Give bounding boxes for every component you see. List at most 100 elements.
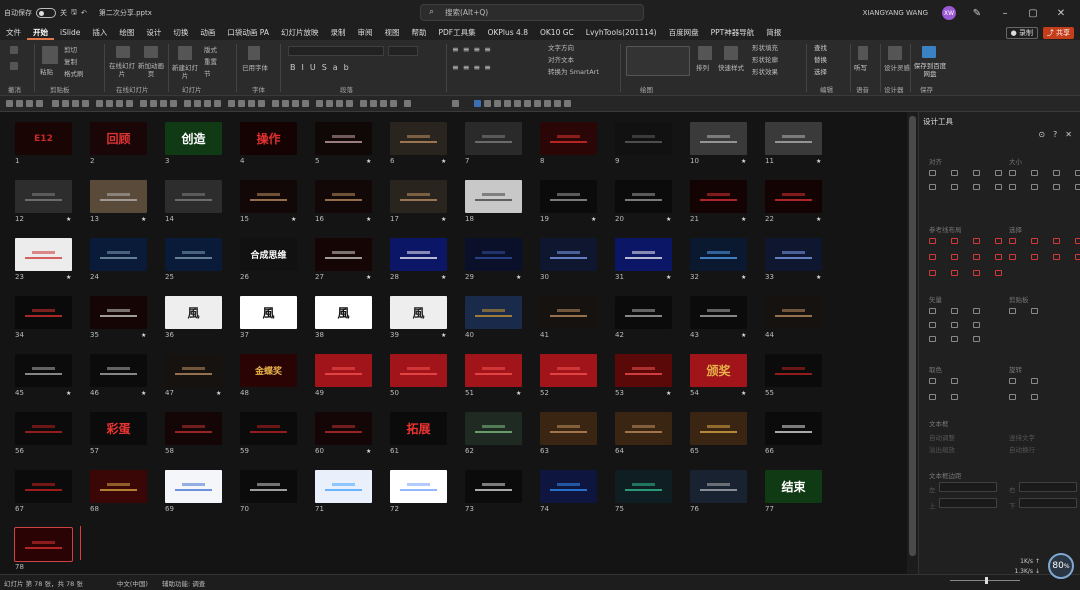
slide-thumbnail[interactable] xyxy=(240,412,297,445)
minimize-icon[interactable]: – xyxy=(998,8,1012,19)
toolbar-icon[interactable] xyxy=(160,100,167,107)
slide-thumbnail[interactable] xyxy=(90,354,147,387)
design-tool-button[interactable] xyxy=(1031,394,1038,400)
maximize-icon[interactable]: ▢ xyxy=(1026,8,1040,19)
slide-thumbnail[interactable] xyxy=(315,412,372,445)
slide-thumbnail[interactable] xyxy=(690,180,747,213)
slide-thumbnail[interactable]: 風 xyxy=(315,296,372,329)
textbox-option[interactable]: 竖排文字 xyxy=(1009,432,1035,442)
tab-9[interactable]: 幻灯片放映 xyxy=(275,26,325,40)
align-text-button[interactable]: 对齐文本 xyxy=(548,56,574,64)
toolbar-icon[interactable] xyxy=(150,100,157,107)
toolbar-icon[interactable] xyxy=(544,100,551,107)
language[interactable]: 中文(中国) xyxy=(117,578,148,588)
design-tool-button[interactable] xyxy=(995,170,1002,176)
design-tool-button[interactable] xyxy=(951,336,958,342)
new-anim-page-icon[interactable] xyxy=(144,46,158,58)
toolbar-icon[interactable] xyxy=(6,100,13,107)
slide-thumbnail[interactable] xyxy=(240,470,297,503)
list-buttons[interactable]: ≡≡≡≡ xyxy=(452,46,495,54)
design-tool-button[interactable] xyxy=(929,394,936,400)
toolbar-icon[interactable] xyxy=(316,100,323,107)
slide-thumbnail[interactable] xyxy=(315,122,372,155)
design-tool-button[interactable] xyxy=(929,308,936,314)
design-tool-button[interactable] xyxy=(1053,238,1060,244)
font-style-buttons[interactable]: BIUSab xyxy=(290,64,355,72)
design-tool-button[interactable] xyxy=(951,254,958,260)
slide-thumbnail[interactable] xyxy=(390,470,447,503)
design-tool-button[interactable] xyxy=(1075,170,1080,176)
avatar[interactable]: XW xyxy=(942,6,956,20)
cut-button[interactable]: 剪切 xyxy=(64,46,77,54)
toolbar-icon[interactable] xyxy=(106,100,113,107)
design-tool-button[interactable] xyxy=(951,270,958,276)
design-tool-button[interactable] xyxy=(951,170,958,176)
slide-thumbnail[interactable] xyxy=(15,296,72,329)
toolbar-icon[interactable] xyxy=(36,100,43,107)
slide-thumbnail[interactable] xyxy=(765,180,822,213)
slide-thumbnail[interactable] xyxy=(765,296,822,329)
slide-thumbnail[interactable]: E12 xyxy=(15,122,72,155)
redo-icon[interactable] xyxy=(10,62,18,70)
tab-3[interactable]: 插入 xyxy=(86,26,113,40)
new-slide-icon[interactable] xyxy=(178,46,192,60)
align-buttons[interactable]: ≡≡≡≡ xyxy=(452,64,495,72)
quick-styles-button[interactable]: 快速样式 xyxy=(718,64,744,72)
slide-thumbnail[interactable] xyxy=(165,470,222,503)
design-tool-button[interactable] xyxy=(1009,184,1016,190)
slide-thumbnail[interactable] xyxy=(690,412,747,445)
slide-thumbnail[interactable]: 彩蛋 xyxy=(90,412,147,445)
toolbar-icon[interactable] xyxy=(72,100,79,107)
design-tool-button[interactable] xyxy=(1009,254,1016,260)
arrange-button[interactable]: 排列 xyxy=(696,64,709,72)
toolbar-icon[interactable] xyxy=(26,100,33,107)
margin-field[interactable] xyxy=(1019,482,1077,492)
toolbar-icon[interactable] xyxy=(564,100,571,107)
tab-14[interactable]: PDF工具集 xyxy=(432,26,481,40)
new-slide-button[interactable]: 新建幻灯片 xyxy=(170,64,200,80)
design-tool-button[interactable] xyxy=(973,322,980,328)
shape-outline-button[interactable]: 形状轮廓 xyxy=(752,56,778,64)
paste-button[interactable]: 粘贴 xyxy=(40,68,53,76)
toolbar-icon[interactable] xyxy=(390,100,397,107)
slide-thumbnail[interactable] xyxy=(90,296,147,329)
toolbar-icon[interactable] xyxy=(170,100,177,107)
design-tool-button[interactable] xyxy=(1053,170,1060,176)
slide-thumbnail[interactable] xyxy=(390,180,447,213)
toolbar-icon[interactable] xyxy=(494,100,501,107)
design-tool-button[interactable] xyxy=(973,238,980,244)
slide-thumbnail[interactable] xyxy=(15,354,72,387)
design-tool-button[interactable] xyxy=(951,184,958,190)
design-tool-button[interactable] xyxy=(1009,308,1016,314)
font-size-field[interactable] xyxy=(388,46,418,56)
tab-13[interactable]: 帮助 xyxy=(405,26,432,40)
undo-icon[interactable]: ↶ xyxy=(81,9,87,17)
design-tool-button[interactable] xyxy=(929,238,936,244)
textbox-option[interactable]: 自动调整 xyxy=(929,432,955,442)
close-icon[interactable]: ✕ xyxy=(1065,130,1072,139)
slide-thumbnail[interactable] xyxy=(465,238,522,271)
design-tool-button[interactable] xyxy=(1009,238,1016,244)
design-tool-button[interactable] xyxy=(951,394,958,400)
target-icon[interactable]: ⊙ xyxy=(1038,130,1045,139)
slide-thumbnail[interactable] xyxy=(765,412,822,445)
textbox-option[interactable]: 自动换行 xyxy=(1009,444,1035,454)
design-tool-button[interactable] xyxy=(951,308,958,314)
toolbar-icon[interactable] xyxy=(504,100,511,107)
slide-thumbnail[interactable] xyxy=(765,238,822,271)
slide-thumbnail[interactable] xyxy=(765,122,822,155)
toolbar-icon[interactable] xyxy=(140,100,147,107)
design-tool-button[interactable] xyxy=(951,238,958,244)
save-to-baidu-button[interactable]: 保存到百度网盘 xyxy=(912,62,948,78)
slide-thumbnail[interactable] xyxy=(240,180,297,213)
toolbar-icon[interactable] xyxy=(484,100,491,107)
design-tool-button[interactable] xyxy=(973,184,980,190)
slide-thumbnail[interactable] xyxy=(165,180,222,213)
design-tool-button[interactable] xyxy=(973,254,980,260)
design-tool-button[interactable] xyxy=(1075,254,1080,260)
tab-17[interactable]: LvyhTools(201114) xyxy=(580,26,663,40)
slide-thumbnail[interactable]: 结束 xyxy=(765,470,822,503)
slide-thumbnail[interactable] xyxy=(615,470,672,503)
scrollbar-thumb[interactable] xyxy=(909,116,916,556)
toolbar-icon[interactable] xyxy=(360,100,367,107)
